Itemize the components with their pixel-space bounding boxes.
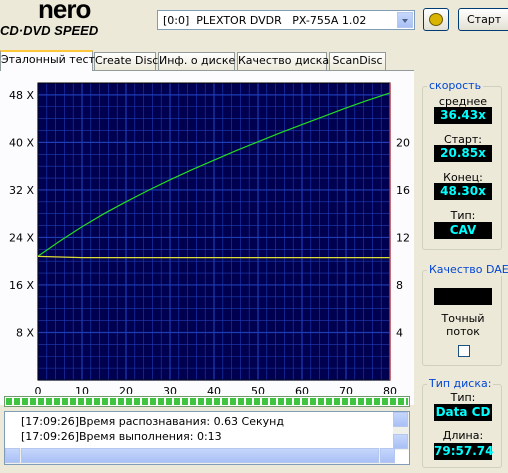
x-tick-label: 40 <box>207 385 221 394</box>
log-text: Время распознавания: 0.63 Секунд <box>79 415 284 428</box>
start-button[interactable]: Старт <box>458 8 508 31</box>
scroll-down-icon[interactable] <box>393 434 408 449</box>
y-right-tick-label: 12 <box>396 231 410 244</box>
disc-type-group: Тип диска: Тип: Data CD Длина: 79:57.74 <box>422 377 502 468</box>
tab-scandisc[interactable]: ScanDisc <box>329 52 386 70</box>
disc-type-value: Data CD <box>434 404 492 421</box>
start-speed-value: 20.85x <box>434 145 492 162</box>
cd-dvd-speed-logo: CD·DVD SPEED <box>0 23 99 38</box>
log-text: Время выполнения: 0:13 <box>79 430 222 443</box>
vertical-scrollbar[interactable] <box>393 412 409 450</box>
y-left-tick-label: 48 X <box>9 89 34 102</box>
tab-create-disc[interactable]: Create Disc <box>94 52 158 70</box>
drive-select-value: [0:0] PLEXTOR DVDR PX-755A 1.02 <box>163 14 367 27</box>
speed-group: скорость среднее 36.43x Старт: 20.85x Ко… <box>422 79 502 250</box>
x-tick-label: 80 <box>383 385 397 394</box>
x-tick-label: 60 <box>295 385 309 394</box>
progress-fill <box>6 398 408 405</box>
y-left-tick-label: 32 X <box>9 184 34 197</box>
tab-benchmark[interactable]: Эталонный тест <box>0 50 95 71</box>
speed-type-label: Тип: <box>450 209 476 222</box>
end-speed-value: 48.30x <box>434 183 492 200</box>
log-time: [17:09:26] <box>21 430 79 443</box>
y-right-tick-label: 4 <box>396 326 403 339</box>
log-time: [17:09:26] <box>21 415 79 428</box>
scroll-thumb[interactable] <box>21 448 379 463</box>
speed-group-title: скорость <box>427 79 484 92</box>
y-left-tick-label: 16 X <box>9 279 34 292</box>
scroll-right-icon[interactable] <box>380 448 395 463</box>
tab-disc-info[interactable]: Инф. о диске <box>158 52 235 70</box>
x-tick-label: 20 <box>119 385 133 394</box>
accurate-stream-checkbox[interactable] <box>458 345 470 357</box>
eject-button[interactable] <box>423 8 449 31</box>
x-tick-label: 30 <box>163 385 177 394</box>
nero-logo: nero <box>38 0 91 24</box>
dae-value <box>434 288 492 305</box>
disc-length-value: 79:57.74 <box>434 443 494 460</box>
x-tick-label: 50 <box>251 385 265 394</box>
y-left-tick-label: 24 X <box>9 231 34 244</box>
accurate-stream-label: Точный поток <box>441 312 485 338</box>
y-right-tick-label: 16 <box>396 184 410 197</box>
dae-group-title: Качество DAE <box>427 263 508 276</box>
scroll-up-icon[interactable] <box>393 412 408 427</box>
speed-type-value: CAV <box>434 222 492 239</box>
y-left-tick-label: 40 X <box>9 136 34 149</box>
horizontal-scrollbar[interactable] <box>5 448 395 464</box>
scroll-left-icon[interactable] <box>5 448 20 463</box>
y-right-tick-label: 20 <box>396 136 410 149</box>
average-value: 36.43x <box>434 107 492 124</box>
chevron-down-icon[interactable] <box>397 12 413 28</box>
disc-type-label: Тип: <box>450 391 476 404</box>
drive-select[interactable]: [0:0] PLEXTOR DVDR PX-755A 1.02 <box>157 10 415 30</box>
x-tick-label: 10 <box>75 385 89 394</box>
log-list: [17:09:26] Время распознавания: 0.63 Сек… <box>4 411 410 465</box>
y-right-tick-label: 8 <box>396 279 403 292</box>
speed-chart: 0 10 20 30 40 50 60 70 80 8 X 16 X 24 X 32 X 40 X 48 X… <box>9 82 410 394</box>
x-tick-label: 0 <box>35 385 42 394</box>
progress-bar <box>4 396 410 407</box>
disc-group-title: Тип диска: <box>427 377 494 390</box>
dae-quality-group: Качество DAE Точный поток <box>422 263 508 366</box>
disc-icon <box>429 13 443 26</box>
disc-length-label: Длина: <box>442 429 484 442</box>
x-tick-label: 70 <box>339 385 353 394</box>
y-left-tick-label: 8 X <box>16 326 34 339</box>
tab-disc-quality[interactable]: Качество диска <box>237 52 329 70</box>
